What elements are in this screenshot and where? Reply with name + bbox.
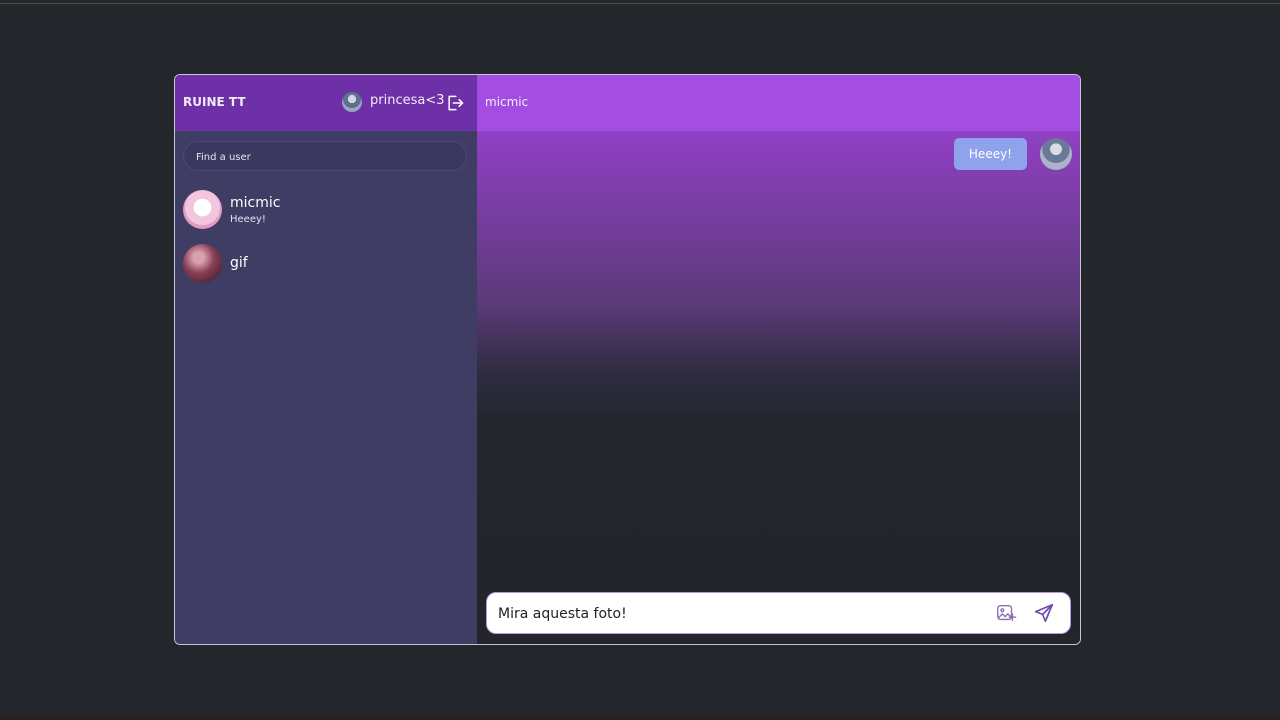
sidebar: RUINE TT princesa<3 micmic Heeey! gif [175,75,477,644]
current-user-avatar [342,92,362,112]
message-row: Heeey! [872,138,1072,172]
contact-avatar [183,190,222,229]
contact-item-gif[interactable]: gif [183,244,473,286]
bottom-border [0,715,1280,720]
message-bubble: Heeey! [953,138,1027,170]
image-add-icon[interactable] [995,602,1017,624]
sidebar-header: RUINE TT princesa<3 [175,75,477,131]
chat-title: micmic [485,95,529,109]
contact-name: micmic [230,195,281,211]
sender-avatar [1040,138,1072,170]
contact-avatar [183,244,222,283]
chat-app-window: RUINE TT princesa<3 micmic Heeey! gif mi… [174,74,1081,645]
user-search [183,141,467,172]
current-user-name: princesa<3 [370,93,445,108]
chat-header: micmic [477,75,1080,131]
message-input[interactable] [496,593,980,635]
user-search-input[interactable] [194,142,458,172]
contact-item-micmic[interactable]: micmic Heeey! [183,190,473,232]
top-border [0,3,1280,4]
chat-panel: micmic Heeey! [477,75,1080,644]
contact-name: gif [230,255,248,271]
send-icon[interactable] [1033,602,1055,624]
logout-icon[interactable] [445,93,465,113]
message-composer [486,592,1071,635]
contact-last-message: Heeey! [230,214,266,225]
app-brand: RUINE TT [183,95,246,109]
